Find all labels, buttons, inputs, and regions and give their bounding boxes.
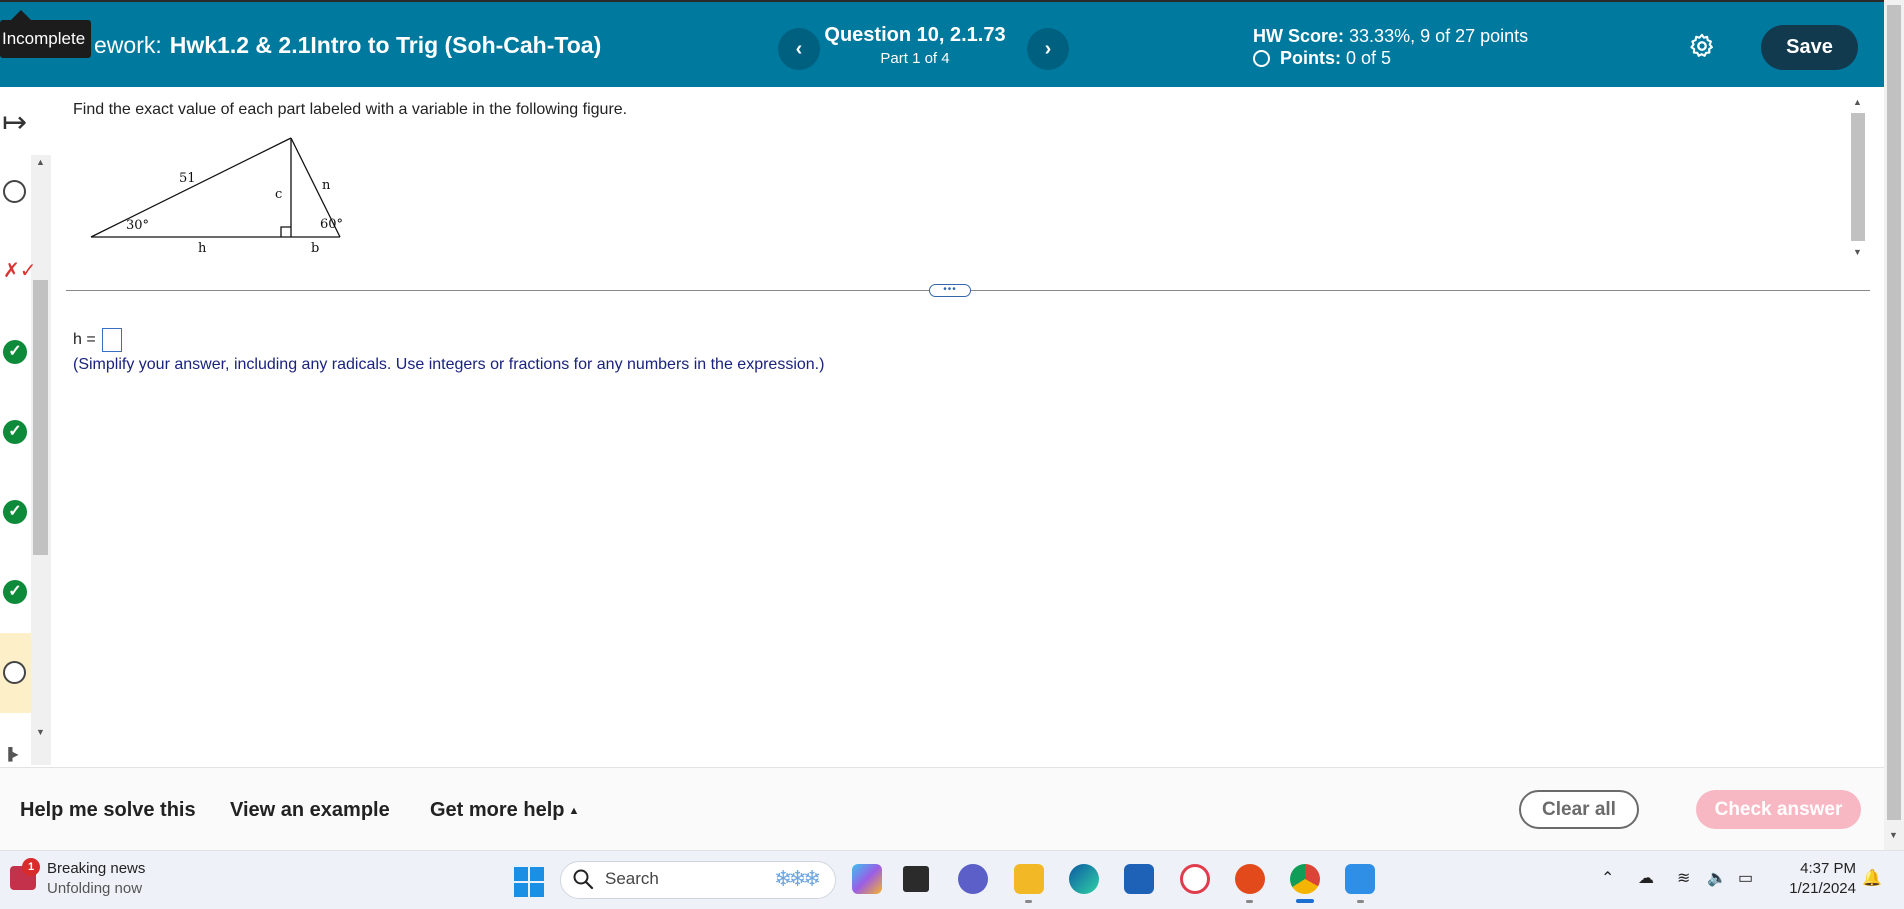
sidebar-question-correct[interactable]: ✓ [3, 340, 27, 364]
question-title: Question 10, 2.1.73 [824, 24, 1006, 46]
notification-bell-icon[interactable]: 🔔 [1862, 868, 1882, 888]
page-scroll-down-icon[interactable]: ▼ [1889, 830, 1898, 840]
taskbar-search-placeholder: Search [605, 869, 659, 888]
status-tooltip: Incomplete [0, 20, 92, 58]
unanswered-circle-icon [3, 180, 26, 203]
sidebar-question-unanswered[interactable] [3, 180, 27, 204]
task-view-icon[interactable] [903, 866, 929, 892]
clock-date[interactable]: 1/21/2024 [1776, 880, 1856, 897]
news-subtitle[interactable]: Unfolding now [47, 880, 142, 897]
label-b: b [311, 241, 319, 256]
assignment-name: Hwk1.2 & 2.1Intro to Trig (Soh-Cah-Toa) [169, 32, 602, 58]
onedrive-icon[interactable]: ☁ [1638, 868, 1654, 888]
teams-chat-icon[interactable] [958, 864, 988, 894]
gear-icon[interactable] [1688, 32, 1716, 60]
help-me-solve-button[interactable]: Help me solve this [20, 799, 196, 822]
label-n: n [322, 178, 331, 193]
news-title[interactable]: Breaking news [47, 860, 145, 877]
file-explorer-icon[interactable] [1014, 864, 1044, 894]
answer-input[interactable] [102, 328, 123, 352]
question-prompt: Find the exact value of each part labele… [73, 101, 628, 118]
tooltip-arrow [11, 10, 31, 20]
assignment-title-prefix: ework: [94, 32, 162, 58]
microsoft-store-icon[interactable] [1124, 864, 1154, 894]
battery-icon[interactable]: ▭ [1738, 868, 1753, 888]
sidebar-question-partial[interactable]: ✗✓ [3, 259, 37, 283]
hw-score-label: HW Score: [1253, 26, 1345, 46]
photos-icon[interactable] [1345, 864, 1375, 894]
copilot-icon[interactable] [852, 864, 882, 894]
chrome-active-indicator [1296, 899, 1314, 903]
opera-icon[interactable] [1180, 864, 1210, 894]
answer-label: h = [73, 331, 96, 349]
hw-score-value: 33.33%, 9 of 27 points [1349, 26, 1529, 46]
sidebar-corner-icon[interactable]: ▐▸ [4, 747, 19, 761]
snowflake-icon: ❄❄❄ [774, 866, 821, 891]
label-c: c [275, 187, 282, 202]
check-icon: ✓ [3, 340, 27, 364]
app-window: ework: Hwk1.2 & 2.1Intro to Trig (Soh-Cah… [0, 0, 1904, 909]
next-question-button[interactable]: › [1027, 28, 1069, 70]
answer-hint: (Simplify your answer, including any rad… [73, 356, 825, 373]
sidebar-scroll-thumb[interactable] [33, 280, 48, 555]
sidebar-scroll-down-icon[interactable]: ▼ [36, 727, 45, 737]
check-icon: ✓ [3, 500, 27, 524]
label-hypotenuse: 51 [179, 171, 196, 186]
wifi-icon[interactable]: ≋ [1677, 868, 1690, 888]
sidebar-question-correct[interactable]: ✓ [3, 420, 27, 444]
label-angle-30: 30° [126, 218, 149, 233]
question-part: Part 1 of 4 [880, 50, 950, 67]
hw-score: HW Score: 33.33%, 9 of 27 points [1253, 26, 1528, 47]
chrome-icon[interactable] [1290, 864, 1320, 894]
sidebar-question-current[interactable] [3, 661, 27, 685]
volume-icon[interactable]: 🔈 [1707, 868, 1727, 888]
question-scroll-down-icon[interactable]: ▼ [1853, 247, 1862, 257]
get-more-help-button[interactable]: Get more help ▲ [430, 799, 579, 822]
show-hidden-icons-icon[interactable]: ⌃ [1601, 868, 1614, 888]
label-angle-60: 60° [320, 217, 343, 232]
edge-icon[interactable] [1069, 864, 1099, 894]
points-value: 0 of 5 [1346, 48, 1392, 68]
pane-resize-handle[interactable]: ••• [929, 284, 971, 297]
question-scroll-up-icon[interactable]: ▲ [1853, 97, 1862, 107]
ea-app-icon[interactable] [1235, 864, 1265, 894]
points-circle-icon [1253, 50, 1270, 67]
check-icon: ✓ [3, 420, 27, 444]
view-example-button[interactable]: View an example [230, 799, 390, 822]
windows-start-icon[interactable] [514, 867, 544, 897]
sidebar-question-correct[interactable]: ✓ [3, 500, 27, 524]
question-scroll-thumb[interactable] [1851, 113, 1865, 241]
file-explorer-running-dot [1025, 900, 1032, 903]
windows-taskbar [0, 850, 1904, 909]
unanswered-circle-icon [3, 661, 26, 684]
photos-running-dot [1357, 900, 1364, 903]
news-badge: 1 [22, 858, 40, 876]
triangle-figure: 51 30° 60° c n h b [90, 137, 343, 256]
check-icon: ✓ [3, 580, 27, 604]
ea-app-running-dot [1246, 900, 1253, 903]
assignment-title: ework: Hwk1.2 & 2.1Intro to Trig (Soh-Cah… [94, 32, 601, 59]
assignment-header: ework: Hwk1.2 & 2.1Intro to Trig (Soh-Cah… [0, 0, 1884, 87]
check-answer-button[interactable]: Check answer [1696, 790, 1861, 829]
clear-all-button[interactable]: Clear all [1519, 790, 1639, 829]
search-icon [573, 869, 594, 890]
save-button[interactable]: Save [1761, 25, 1858, 70]
get-more-help-label: Get more help [430, 799, 565, 821]
caret-up-icon: ▲ [568, 805, 580, 817]
page-scroll-thumb[interactable] [1887, 5, 1901, 820]
label-h: h [198, 241, 207, 256]
sidebar-question-correct[interactable]: ✓ [3, 580, 27, 604]
clock-time[interactable]: 4:37 PM [1776, 860, 1856, 877]
points-label: Points: [1280, 48, 1341, 68]
expand-sidebar-icon[interactable]: ↦ [2, 105, 27, 140]
answer-row: h = [73, 328, 123, 352]
sidebar-scroll-up-icon[interactable]: ▲ [36, 157, 45, 167]
question-points: Points: 0 of 5 [1253, 48, 1391, 69]
